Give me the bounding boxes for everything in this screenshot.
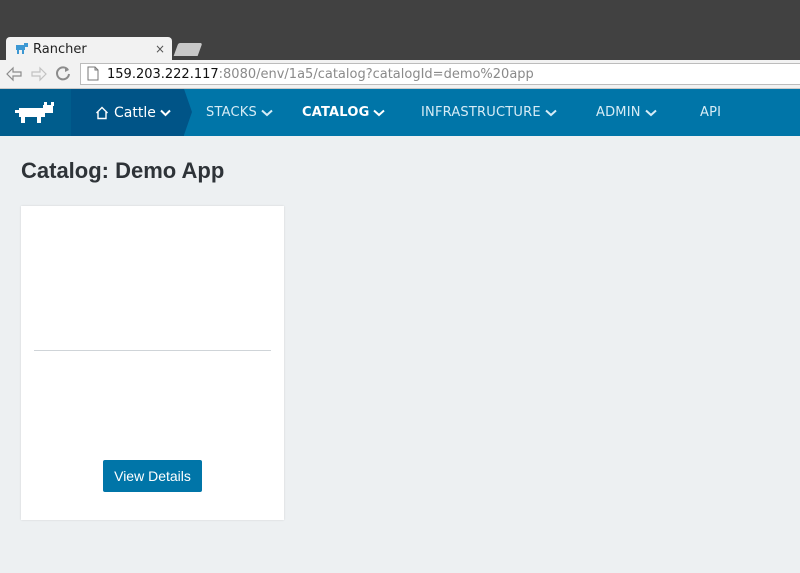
nav-catalog[interactable]: CATALOG: [302, 89, 386, 136]
home-icon: [95, 106, 109, 120]
nav-admin[interactable]: ADMIN: [596, 89, 657, 136]
nav-infrastructure[interactable]: INFRASTRUCTURE: [421, 89, 557, 136]
rancher-cow-icon: [14, 101, 54, 123]
rancher-logo[interactable]: [0, 89, 71, 136]
page-icon: [87, 66, 101, 82]
chevron-down-icon: [373, 109, 386, 117]
new-tab-button[interactable]: [173, 43, 203, 56]
address-bar[interactable]: 159.203.222.117:8080/env/1a5/catalog?cat…: [80, 63, 800, 85]
environment-name: Cattle: [114, 104, 156, 121]
chevron-down-icon: [261, 109, 273, 117]
environment-switcher[interactable]: Cattle: [71, 89, 184, 136]
browser-chrome: Rancher × 159.203.222.117:8080/env/1a5/…: [0, 0, 800, 89]
nav-stacks-label: STACKS: [206, 105, 257, 120]
chevron-down-icon: [545, 109, 557, 117]
forward-arrow-icon[interactable]: [29, 63, 49, 85]
chevron-down-icon: [160, 109, 171, 117]
url-path: :8080/env/1a5/catalog?catalogId=demo%20a…: [218, 66, 534, 82]
nav-api[interactable]: API: [700, 89, 721, 136]
top-navbar: Cattle STACKS CATALOG INFRASTRUCTURE ADM…: [0, 89, 800, 136]
url-host: 159.203.222.117: [107, 66, 219, 82]
page-title: Catalog: Demo App: [21, 158, 225, 183]
chevron-down-icon: [645, 109, 657, 117]
browser-toolbar: 159.203.222.117:8080/env/1a5/catalog?cat…: [0, 60, 800, 89]
rancher-favicon-icon: [15, 43, 29, 55]
environment-arrow: [184, 89, 192, 135]
catalog-item-card: View Details: [21, 206, 284, 520]
view-details-button[interactable]: View Details: [103, 460, 202, 492]
nav-infrastructure-label: INFRASTRUCTURE: [421, 105, 541, 120]
nav-catalog-label: CATALOG: [302, 105, 370, 120]
reload-icon[interactable]: [53, 63, 73, 85]
nav-api-label: API: [700, 105, 722, 120]
card-divider: [34, 350, 271, 351]
nav-stacks[interactable]: STACKS: [206, 89, 273, 136]
browser-tab[interactable]: Rancher ×: [6, 37, 172, 61]
browser-tab-title: Rancher: [33, 41, 87, 57]
nav-admin-label: ADMIN: [596, 105, 641, 120]
close-tab-icon[interactable]: ×: [152, 42, 168, 56]
back-arrow-icon[interactable]: [4, 63, 24, 85]
